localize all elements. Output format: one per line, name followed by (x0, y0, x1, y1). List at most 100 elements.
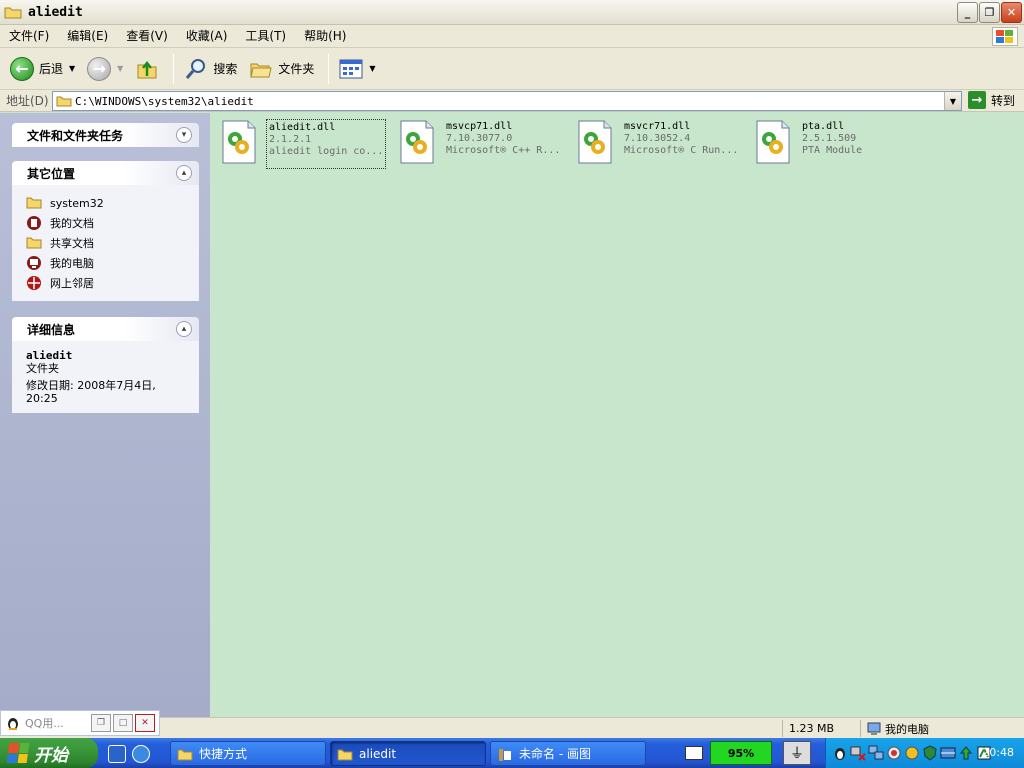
maximize-button[interactable]: ❐ (979, 2, 1000, 23)
folder-icon (4, 5, 22, 19)
go-arrow-icon: → (968, 91, 986, 109)
file-name: aliedit.dll (269, 122, 336, 133)
place-my-documents[interactable]: 我的文档 (26, 213, 185, 233)
security-icon[interactable] (886, 745, 902, 761)
menu-tools[interactable]: 工具(T) (236, 25, 295, 48)
back-button[interactable]: ← 后退 ▼ (6, 53, 79, 85)
task-aliedit[interactable]: aliedit (330, 741, 486, 766)
go-button[interactable]: → 转到 (968, 91, 1015, 109)
other-places-header[interactable]: 其它位置 ▴ (12, 161, 199, 185)
title-bar[interactable]: aliedit _ ❐ ✕ (0, 0, 1024, 25)
status-size: 1.23 MB (782, 720, 858, 737)
details-body: aliedit 文件夹 修改日期: 2008年7月4日, 20:25 (12, 341, 199, 413)
folder-icon (56, 96, 72, 107)
detail-name: aliedit (26, 349, 73, 362)
file-item-msvcp71[interactable]: msvcp71.dll 7.10.3077.0 Microsoft® C++ R… (398, 119, 562, 169)
detail-type: 文件夹 (26, 362, 59, 375)
minimize-button[interactable]: _ (957, 2, 978, 23)
collapse-chevron-icon[interactable]: ▴ (176, 165, 192, 181)
folder-icon (337, 749, 353, 760)
my-computer-icon (27, 256, 41, 270)
menu-edit[interactable]: 编辑(E) (58, 25, 117, 48)
back-arrow-icon: ← (10, 56, 34, 81)
file-list[interactable]: aliedit.dll 2.1.2.1 aliedit login co... … (210, 113, 1024, 717)
battery-text: 95% (727, 746, 755, 760)
toolbar-separator (328, 53, 330, 84)
address-dropdown-icon[interactable]: ▼ (944, 92, 961, 110)
keyboard-icon[interactable] (685, 746, 703, 760)
menu-view[interactable]: 查看(V) (117, 25, 177, 48)
search-button[interactable]: 搜索 (180, 53, 241, 85)
task-label: aliedit (359, 746, 397, 761)
file-tasks-header[interactable]: 文件和文件夹任务 ▾ (12, 123, 199, 147)
status-location-text: 我的电脑 (885, 722, 929, 736)
dll-file-icon (576, 119, 614, 167)
qq-close-button[interactable]: ✕ (135, 714, 155, 732)
task-pane: 文件和文件夹任务 ▾ 其它位置 ▴ system32 我的文档 共享文档 我的电… (0, 113, 210, 717)
views-button[interactable]: ▼ (335, 53, 379, 85)
file-name: pta.dll (802, 121, 845, 132)
search-label: 搜索 (213, 62, 238, 76)
folders-icon (250, 63, 272, 77)
back-dropdown-icon[interactable]: ▼ (69, 64, 75, 73)
file-item-pta[interactable]: pta.dll 2.5.1.509 PTA Module (754, 119, 864, 169)
menu-help[interactable]: 帮助(H) (295, 25, 355, 48)
task-label: 快捷方式 (199, 747, 248, 761)
file-version: 2.5.1.509 (802, 133, 857, 144)
close-button[interactable]: ✕ (1001, 2, 1022, 23)
go-label: 转到 (991, 93, 1016, 108)
menu-favorites[interactable]: 收藏(A) (177, 25, 237, 48)
file-name: msvcr71.dll (624, 121, 691, 132)
address-input[interactable]: C:\WINDOWS\system32\aliedit ▼ (52, 91, 962, 111)
quicklaunch-app-icon[interactable] (108, 745, 126, 763)
network-disconnected-icon[interactable] (850, 745, 866, 761)
place-system32[interactable]: system32 (26, 193, 185, 213)
forward-button[interactable]: → ▼ (83, 53, 127, 85)
menu-bar: 文件(F) 编辑(E) 查看(V) 收藏(A) 工具(T) 帮助(H) (0, 25, 1024, 48)
place-my-computer[interactable]: 我的电脑 (26, 253, 185, 273)
clock[interactable]: 20:48 (982, 746, 1014, 759)
address-label: 地址(D) (6, 94, 49, 108)
views-dropdown-icon[interactable]: ▼ (369, 64, 375, 73)
folders-label: 文件夹 (278, 62, 315, 76)
folder-icon (26, 197, 42, 209)
shield-icon[interactable] (922, 745, 938, 761)
start-button[interactable]: 开始 (0, 738, 98, 768)
task-paint[interactable]: 未命名 - 画图 (490, 741, 646, 766)
place-network[interactable]: 网上邻居 (26, 273, 185, 293)
details-header[interactable]: 详细信息 ▴ (12, 317, 199, 341)
my-documents-icon (27, 216, 41, 230)
qq-maximize-button[interactable]: □ (113, 714, 133, 732)
place-label: 共享文档 (50, 237, 94, 250)
expand-chevron-icon[interactable]: ▾ (176, 127, 192, 143)
file-item-msvcr71[interactable]: msvcr71.dll 7.10.3052.4 Microsoft® C Run… (576, 119, 740, 169)
collapse-chevron-icon[interactable]: ▴ (176, 321, 192, 337)
qq-mini-window[interactable]: QQ用... ❐ □ ✕ (0, 710, 160, 736)
details-title: 详细信息 (27, 322, 76, 337)
ie-icon[interactable] (132, 745, 150, 763)
forward-dropdown-icon[interactable]: ▼ (117, 64, 123, 73)
up-button[interactable] (131, 53, 163, 85)
folders-button[interactable]: 文件夹 (245, 53, 318, 85)
file-description: Microsoft® C Run... (624, 145, 739, 156)
toolbar-separator (173, 53, 175, 84)
up-folder-icon (137, 60, 157, 78)
file-item-aliedit[interactable]: aliedit.dll 2.1.2.1 aliedit login co... (220, 119, 387, 169)
battery-indicator[interactable]: 95% (710, 741, 772, 765)
other-places-body: system32 我的文档 共享文档 我的电脑 网上邻居 (12, 185, 199, 301)
menu-file[interactable]: 文件(F) (0, 25, 58, 48)
task-shortcuts[interactable]: 快捷方式 (170, 741, 326, 766)
toolbar: ← 后退 ▼ → ▼ 搜索 文件夹 ▼ (0, 48, 1024, 90)
antivirus-icon[interactable] (904, 745, 920, 761)
windows-flag-icon (6, 743, 30, 763)
update-icon[interactable] (958, 745, 974, 761)
power-plug-icon[interactable]: ⏚ (783, 741, 811, 765)
network-connections-icon[interactable] (868, 745, 884, 761)
detail-modified: 修改日期: 2008年7月4日, 20:25 (26, 379, 156, 405)
qq-restore-button[interactable]: ❐ (91, 714, 111, 732)
qq-penguin-icon[interactable] (832, 745, 848, 761)
file-name: msvcp71.dll (446, 121, 513, 132)
firewall-icon[interactable] (940, 745, 956, 761)
file-text: msvcr71.dll 7.10.3052.4 Microsoft® C Run… (622, 119, 740, 169)
place-shared-documents[interactable]: 共享文档 (26, 233, 185, 253)
